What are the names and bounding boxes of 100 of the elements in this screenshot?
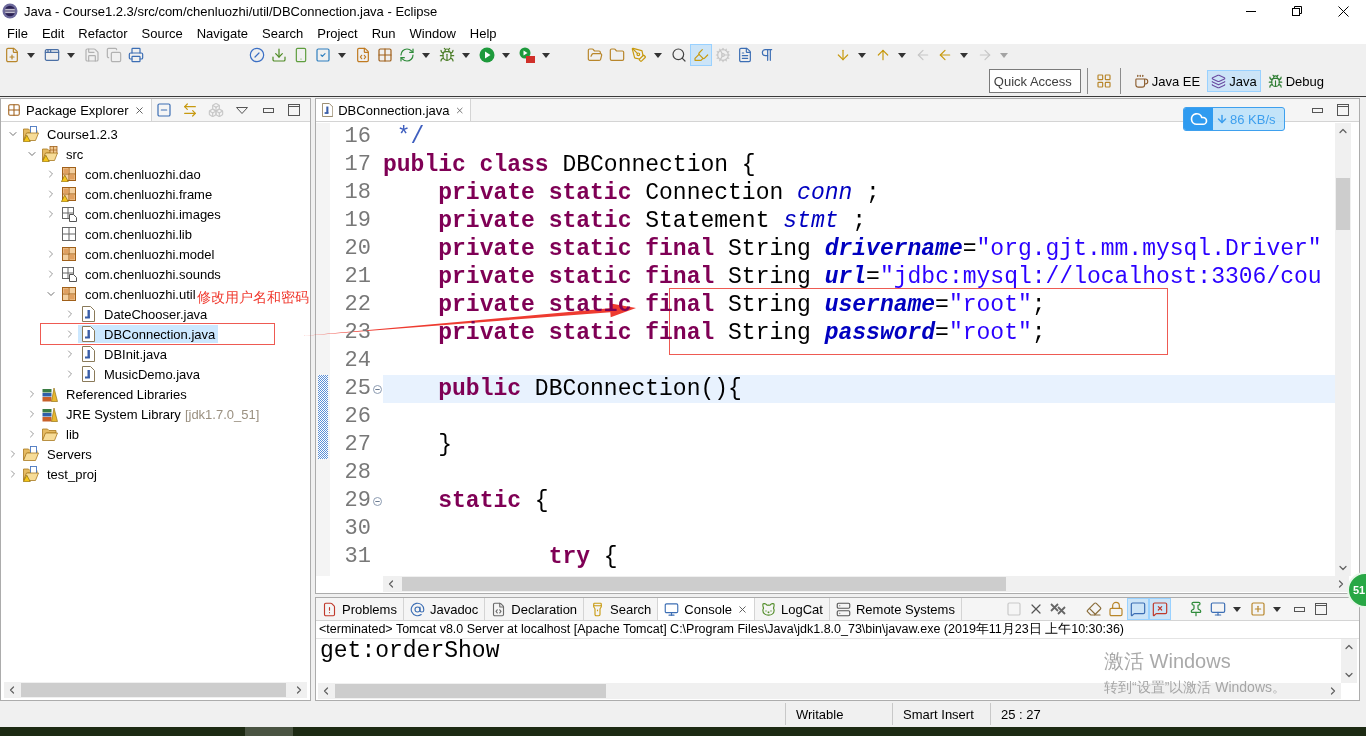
code-line: private static Connection conn ; [438,179,880,207]
window-icon[interactable] [44,47,60,63]
collapse-circle-icon[interactable] [372,496,382,506]
tree-item[interactable]: MusicDemo.java [78,365,204,383]
caret-down-icon[interactable] [1273,606,1281,612]
caret-down-icon[interactable] [422,52,430,58]
minimize-icon[interactable] [1246,10,1256,12]
tree-item[interactable]: com.chenluozhi.frame [59,185,216,203]
caret-down-icon[interactable] [1233,606,1241,612]
tree-item[interactable]: DateChooser.java [78,305,211,323]
caret-down-icon[interactable] [338,52,346,58]
tree-item[interactable]: DBConnection.java [78,325,219,343]
tree-item[interactable]: JRE System Library [jdk1.7.0_51] [40,405,263,423]
bug-icon[interactable] [439,47,455,63]
view-tab[interactable]: Javadoc [403,598,486,620]
caret-down-icon[interactable] [462,52,470,58]
line-number: 24 [343,347,371,375]
view-tab[interactable]: Remote Systems [829,598,962,620]
scrollbar-thumb[interactable] [1336,178,1350,230]
line-number: 25 [343,375,371,403]
checkbox-icon[interactable] [315,47,331,63]
tree-item[interactable]: com.chenluozhi.images [59,205,224,223]
square-plus-icon[interactable] [1250,601,1266,617]
grid-icon [7,103,21,117]
vertical-scrollbar[interactable] [1335,123,1351,576]
scrollbar-thumb[interactable] [335,684,606,698]
triangle-down-icon[interactable] [236,106,248,114]
restore-icon[interactable] [1292,6,1302,16]
minimize-icon[interactable] [262,107,274,113]
pen-icon[interactable] [631,47,647,63]
minimize-icon[interactable] [1293,606,1305,612]
arrow-down-icon [1216,113,1228,125]
collapse-circle-icon[interactable] [372,384,382,394]
caret-down-icon[interactable] [542,52,550,58]
horizontal-scrollbar[interactable] [316,576,1349,592]
arrow-down-icon[interactable] [835,47,851,63]
view-tab[interactable]: LogCat [755,598,830,620]
monitor-icon [664,601,680,617]
tree-item[interactable]: src [40,145,87,163]
code-line: public DBConnection(){ [438,375,742,403]
menu-item[interactable]: Edit [34,23,72,43]
menu-item[interactable]: File [0,23,35,43]
coffee-icon[interactable] [1133,73,1149,89]
monitor-icon[interactable] [1210,601,1226,617]
editor-tab[interactable]: DBConnection.java [316,99,471,121]
horizontal-scrollbar[interactable] [4,682,307,698]
view-tab[interactable]: Package Explorer [1,99,152,121]
tree-item[interactable]: DBInit.java [78,345,170,363]
tree-item[interactable]: test_proj [21,465,100,483]
tree-item[interactable]: lib [40,425,82,443]
tree-item[interactable]: com.chenluozhi.model [59,245,218,263]
scrollbar-thumb[interactable] [21,683,286,697]
menu-item[interactable]: Project [310,23,365,43]
play-icon[interactable] [479,47,495,63]
vertical-scrollbar[interactable] [1341,639,1357,683]
server-icon [835,601,851,617]
arrow-up-icon[interactable] [875,47,891,63]
circular-arrows-icon[interactable] [399,47,415,63]
caret-down-icon[interactable] [654,52,662,58]
caret-down-icon[interactable] [67,52,75,58]
layers-icon[interactable] [1211,73,1227,89]
menu-item[interactable]: Help [462,23,504,43]
tree-item[interactable]: Referenced Libraries [40,385,190,403]
caret-down-icon[interactable] [898,52,906,58]
line-number: 16 [343,123,371,151]
minimize-icon[interactable] [1311,107,1323,113]
view-tab[interactable]: Console [658,598,755,620]
code-line: public class DBConnection { [383,151,756,179]
cloud-icon [1189,110,1208,128]
status-item: 25 : 27 [1001,706,1041,722]
console-status: <terminated> Tomcat v8.0 Server at localhost [Apache Tomcat] C:\Program Files\Java\jdk1.8.0_73\bin\javaw.exe (2019年11月23日 上午10:30:36) [316,621,1359,639]
close-icon[interactable] [1337,5,1349,17]
bug-icon[interactable] [1267,73,1283,89]
caret-down-icon[interactable] [27,52,35,58]
view-tab[interactable]: Declaration [485,598,585,620]
quick-access-field[interactable]: Quick Access [988,69,1081,93]
caret-down-icon[interactable] [858,52,866,58]
menu-item[interactable]: Navigate [189,23,255,43]
caret-down-icon[interactable] [960,52,968,58]
menu-item[interactable]: Refactor [71,23,135,43]
menu-item[interactable]: Source [134,23,190,43]
tree-item[interactable]: com.chenluozhi.dao [59,165,204,183]
perspective-button[interactable]: Java EE [1129,70,1205,92]
status-item: Smart Insert [903,706,974,722]
menu-item[interactable]: Run [364,23,403,43]
view-tab[interactable]: Problems [316,598,404,620]
tree-item[interactable]: Servers [21,445,95,463]
menu-item[interactable]: Search [255,23,311,43]
line-number: 28 [343,459,371,487]
perspective-button[interactable]: Java [1207,70,1261,92]
scrollbar-thumb[interactable] [402,577,1006,591]
tree-item[interactable]: com.chenluozhi.sounds [59,265,224,283]
caret-down-icon[interactable] [502,52,510,58]
file-plus-icon[interactable] [4,47,20,63]
tree-item[interactable]: Course1.2.3 [21,125,121,143]
play-toolbox-icon[interactable] [519,47,535,63]
perspective-button[interactable]: Debug [1263,70,1328,92]
console-output: get:orderShow [320,639,500,664]
tree-item[interactable]: com.chenluozhi.lib [59,225,195,243]
menu-item[interactable]: Window [402,23,463,43]
